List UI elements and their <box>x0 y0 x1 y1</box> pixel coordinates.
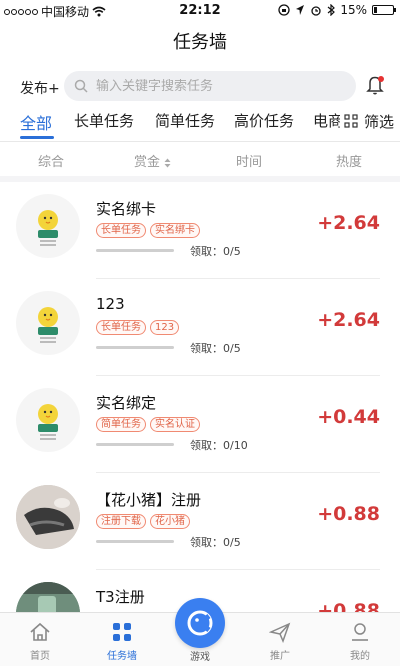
task-title: T3注册 <box>96 588 145 606</box>
sort-time[interactable]: 时间 <box>236 151 262 170</box>
notification-bell-icon[interactable] <box>366 74 386 96</box>
sort-popularity[interactable]: 热度 <box>336 151 362 170</box>
publish-button[interactable]: 发布+ <box>20 78 60 98</box>
search-icon <box>74 79 88 93</box>
tabbar-home-label: 首页 <box>30 651 50 662</box>
tabbar-game-label: 游戏 <box>190 652 210 663</box>
tab-long-order[interactable]: 长单任务 <box>74 110 134 131</box>
tab-simple[interactable]: 简单任务 <box>155 110 215 131</box>
bluetooth-icon <box>327 4 336 16</box>
task-list: 实名绑卡 长单任务 实名绑卡 领取：0/5 +2.64 123 长单任务 123… <box>0 182 400 612</box>
home-icon <box>30 622 50 641</box>
game-icon <box>187 610 213 636</box>
sort-comprehensive[interactable]: 综合 <box>38 151 64 170</box>
task-reward: +0.88 <box>317 600 380 612</box>
task-title: 实名绑卡 <box>96 200 157 218</box>
task-tag: 注册下载 <box>96 514 146 529</box>
tabbar-promote-label: 推广 <box>270 651 290 662</box>
tabbar-task-wall-label: 任务墙 <box>107 651 137 662</box>
task-item[interactable]: 实名绑定 简单任务 实名认证 领取：0/10 +0.44 <box>0 376 400 473</box>
tabbar-mine[interactable]: 我的 <box>330 621 390 662</box>
status-bar: 中国移动 22:12 15% <box>0 0 400 20</box>
task-claim-count: 领取：0/5 <box>190 342 241 355</box>
task-tag: 123 <box>150 320 180 335</box>
task-progress-bar <box>96 346 174 349</box>
sort-bar: 综合 赏金 时间 热度 <box>0 142 400 176</box>
game-button[interactable] <box>175 598 225 648</box>
filter-grid-icon <box>344 114 358 128</box>
sort-arrows-icon <box>164 158 171 167</box>
task-title: 【花小猪】注册 <box>96 491 202 509</box>
tab-ecommerce[interactable]: 电商 <box>313 110 343 131</box>
task-progress-bar <box>96 443 174 446</box>
task-claim-count: 领取：0/5 <box>190 245 241 258</box>
task-progress-bar <box>96 540 174 543</box>
task-title: 123 <box>96 295 125 313</box>
task-reward: +2.64 <box>317 212 380 234</box>
grid-icon <box>113 623 131 641</box>
paper-plane-icon <box>269 622 291 643</box>
task-tags: 长单任务 实名绑卡 <box>96 223 200 238</box>
task-item[interactable]: 【花小猪】注册 注册下载 花小猪 领取：0/5 +0.88 <box>0 473 400 570</box>
task-tag: 花小猪 <box>150 514 190 529</box>
tab-all[interactable]: 全部 <box>20 110 52 134</box>
duck-logo-thumbnail <box>16 388 80 452</box>
task-tag: 长单任务 <box>96 320 146 335</box>
photo-thumbnail <box>16 582 80 612</box>
tabbar-mine-label: 我的 <box>350 651 370 662</box>
task-tag: 简单任务 <box>96 417 146 432</box>
photo-thumbnail <box>16 485 80 549</box>
battery-percent: 15% <box>340 3 367 17</box>
tabbar-task-wall[interactable]: 任务墙 <box>92 621 152 662</box>
sort-reward-label: 赏金 <box>134 155 161 170</box>
task-reward: +0.88 <box>317 503 380 525</box>
sort-reward[interactable]: 赏金 <box>134 151 171 170</box>
tab-high-price[interactable]: 高价任务 <box>234 110 294 131</box>
task-claim-count: 领取：0/10 <box>190 439 248 452</box>
location-icon <box>296 5 305 15</box>
task-tag: 实名绑卡 <box>150 223 200 238</box>
task-title: 实名绑定 <box>96 394 157 412</box>
task-tag: 实名认证 <box>150 417 200 432</box>
alarm-icon <box>311 6 321 16</box>
duck-logo-thumbnail <box>16 291 80 355</box>
task-item[interactable]: 123 长单任务 123 领取：0/5 +2.64 <box>0 279 400 376</box>
filter-label: 筛选 <box>364 112 395 131</box>
battery-icon <box>372 5 396 15</box>
lock-rotation-icon <box>278 4 290 16</box>
user-icon <box>352 623 368 641</box>
active-tab-indicator <box>20 136 54 139</box>
task-tags: 简单任务 实名认证 <box>96 417 200 432</box>
task-claim-count: 领取：0/5 <box>190 536 241 549</box>
search-input[interactable] <box>96 78 336 94</box>
task-tag: 长单任务 <box>96 223 146 238</box>
filter-button[interactable]: 筛选 <box>340 104 400 138</box>
task-reward: +0.44 <box>317 406 380 428</box>
task-progress-bar <box>96 249 174 252</box>
task-tags: 注册下载 花小猪 <box>96 514 190 529</box>
tabbar-home[interactable]: 首页 <box>10 621 70 662</box>
task-reward: +2.64 <box>317 309 380 331</box>
task-item[interactable]: 实名绑卡 长单任务 实名绑卡 领取：0/5 +2.64 <box>0 182 400 279</box>
search-bar[interactable] <box>64 71 356 101</box>
page-title: 任务墙 <box>173 32 227 53</box>
task-tags: 长单任务 123 <box>96 320 180 335</box>
duck-logo-thumbnail <box>16 194 80 258</box>
tabbar-promote[interactable]: 推广 <box>250 621 310 662</box>
